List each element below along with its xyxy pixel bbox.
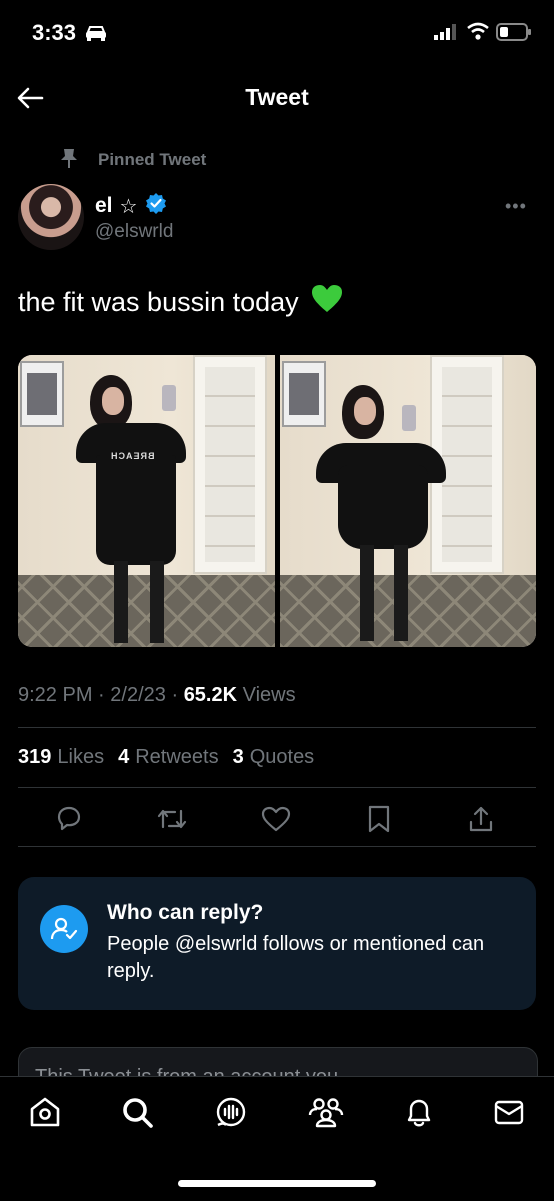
reply-icon[interactable] [54, 804, 84, 839]
views-label: Views [242, 684, 296, 706]
likes-stat[interactable]: 319 Likes [18, 746, 104, 769]
person-figure [280, 355, 535, 647]
divider [18, 727, 536, 728]
meta-separator: · [98, 684, 105, 706]
bookmark-icon[interactable] [366, 804, 392, 839]
meta-separator: · [171, 684, 179, 706]
tweet-photo-1[interactable]: BREACH [18, 355, 275, 647]
car-icon [84, 24, 108, 47]
tweet-media: BREACH [18, 355, 536, 647]
status-time: 3:33 [32, 20, 77, 45]
pin-icon [60, 147, 78, 174]
divider [18, 787, 536, 788]
pinned-label: Pinned Tweet [98, 150, 207, 169]
tweet-photo-2[interactable] [279, 355, 536, 647]
battery-icon [496, 23, 532, 46]
tweet-meta: 9:22 PM · 2/2/23 · 65.2K Views [18, 684, 296, 707]
wifi-icon [466, 22, 490, 45]
author-name[interactable]: el ☆ [95, 192, 167, 220]
tweet-stats: 319 Likes 4 Retweets 3 Quotes [18, 746, 314, 769]
user-check-icon [40, 905, 88, 953]
divider [18, 846, 536, 847]
tweet-date: 2/2/23 [110, 684, 166, 706]
who-can-reply-card: Who can reply? People @elswrld follows o… [18, 877, 536, 1010]
person-figure: BREACH [18, 355, 273, 647]
search-icon[interactable] [120, 1095, 154, 1134]
tweet-time: 9:22 PM [18, 684, 93, 706]
signal-icon [434, 24, 458, 45]
page-title: Tweet [245, 84, 309, 110]
communities-icon[interactable] [308, 1095, 344, 1134]
retweet-icon[interactable] [156, 804, 188, 839]
tweet-body: the fit was bussin today [18, 287, 299, 317]
name-symbol: ☆ [119, 195, 138, 218]
home-icon[interactable] [28, 1095, 62, 1134]
pinned-indicator: Pinned Tweet [60, 148, 206, 172]
share-icon[interactable] [466, 804, 496, 839]
green-heart-icon [311, 284, 343, 321]
retweets-stat[interactable]: 4 Retweets [118, 746, 219, 769]
display-name: el [95, 194, 113, 217]
author-handle[interactable]: @elswrld [95, 221, 173, 243]
reply-card-title: Who can reply? [107, 901, 264, 924]
verified-badge-icon [145, 192, 167, 220]
more-options-icon[interactable]: ••• [505, 196, 527, 217]
home-indicator[interactable] [178, 1180, 376, 1187]
status-bar: 3:33 [0, 0, 554, 66]
spaces-icon[interactable] [214, 1095, 248, 1134]
tweet-actions [18, 800, 536, 840]
messages-icon[interactable] [492, 1095, 526, 1134]
nav-bar: Tweet [0, 66, 554, 130]
reply-card-body: People @elswrld follows or mentioned can… [107, 933, 485, 982]
quotes-stat[interactable]: 3 Quotes [233, 746, 315, 769]
like-icon[interactable] [260, 804, 292, 839]
views-count: 65.2K [183, 684, 238, 706]
avatar[interactable] [18, 184, 84, 250]
tweet-text: the fit was bussin today [18, 284, 343, 321]
notifications-icon[interactable] [402, 1095, 436, 1134]
